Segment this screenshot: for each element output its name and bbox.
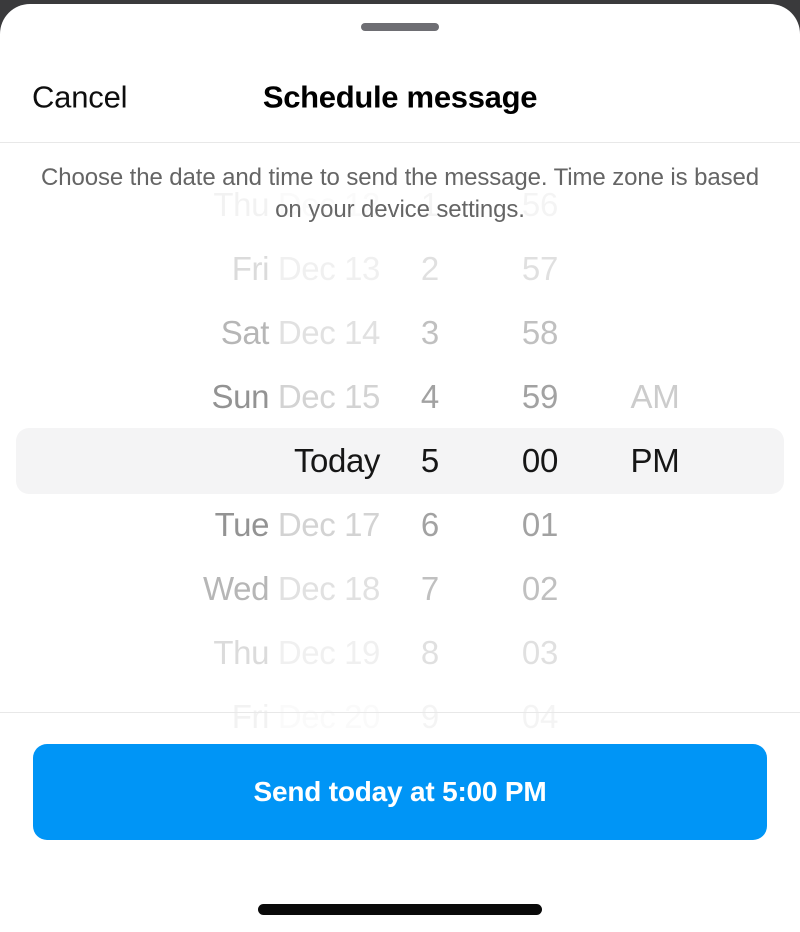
picker-option-minute[interactable]: 03 xyxy=(490,621,590,685)
picker-column-hour[interactable]: 123456789 xyxy=(390,186,470,735)
picker-column-meridiem[interactable]: AM PM xyxy=(600,262,710,650)
picker-option-minute[interactable]: 59 xyxy=(490,365,590,429)
picker-option-weekday: Thu xyxy=(213,186,270,223)
picker-column-minute[interactable]: 56 57 58 59 00 01 02 03 04 xyxy=(490,186,590,735)
picker-column-date[interactable]: Thu Dec 12 Fri Dec 13 Sat Dec 14 Sun Dec 15… xyxy=(40,186,381,735)
picker-option-date[interactable]: Sat Dec 14 xyxy=(40,301,381,365)
schedule-message-sheet: Cancel Schedule message Choose the date … xyxy=(0,4,800,932)
sheet-drag-handle-area[interactable] xyxy=(0,4,800,52)
picker-option-weekday: Sat xyxy=(220,314,270,351)
picker-option-hour[interactable]: 2 xyxy=(390,237,470,301)
picker-option-hour[interactable]: 5 xyxy=(390,429,470,493)
picker-option-minute[interactable]: 58 xyxy=(490,301,590,365)
picker-option-date: Dec 13 xyxy=(269,250,381,287)
picker-option-date[interactable]: Thu Dec 12 xyxy=(40,173,380,237)
picker-option-hour[interactable]: 4 xyxy=(390,365,470,429)
picker-option-date[interactable]: Today xyxy=(40,429,380,493)
picker-option-minute[interactable]: 02 xyxy=(490,557,590,621)
cancel-button[interactable]: Cancel xyxy=(32,82,127,113)
picker-option-minute[interactable]: 00 xyxy=(490,429,590,493)
picker-option-date[interactable]: Tue Dec 17 xyxy=(40,493,381,557)
picker-option-weekday: Thu xyxy=(213,634,270,671)
picker-option-date: Dec 19 xyxy=(269,634,381,671)
picker-option-date: Dec 17 xyxy=(269,506,381,543)
picker-option-date: Dec 14 xyxy=(269,314,381,351)
header-divider xyxy=(0,142,800,143)
picker-option-hour[interactable]: 8 xyxy=(390,621,470,685)
picker-option-minute[interactable]: 56 xyxy=(490,173,590,237)
picker-option-minute[interactable]: 01 xyxy=(490,493,590,557)
datetime-picker[interactable]: Thu Dec 12 Fri Dec 13 Sat Dec 14 Sun Dec 15… xyxy=(0,186,800,735)
sheet-footer: Send today at 5:00 PM xyxy=(0,712,800,932)
picker-option-date: Dec 18 xyxy=(269,570,381,607)
picker-option-date[interactable]: Fri Dec 13 xyxy=(40,237,381,301)
home-indicator xyxy=(258,904,542,915)
picker-option-meridiem[interactable]: PM xyxy=(600,429,710,493)
picker-option-minute[interactable]: 57 xyxy=(490,237,590,301)
picker-option-hour[interactable]: 3 xyxy=(390,301,470,365)
picker-option-date[interactable]: Thu Dec 19 xyxy=(40,621,380,685)
picker-option-meridiem[interactable]: AM xyxy=(600,365,710,429)
picker-option-hour[interactable]: 1 xyxy=(390,173,470,237)
picker-option-date: Dec 15 xyxy=(269,378,381,415)
picker-option-weekday: Today xyxy=(293,442,380,479)
picker-option-weekday: Fri xyxy=(231,250,270,287)
sheet-header: Cancel Schedule message xyxy=(0,52,800,142)
send-button[interactable]: Send today at 5:00 PM xyxy=(33,744,767,840)
picker-option-date[interactable]: Wed Dec 18 xyxy=(40,557,380,621)
picker-option-weekday: Wed xyxy=(203,570,270,607)
picker-option-hour[interactable]: 7 xyxy=(390,557,470,621)
picker-option-weekday: Tue xyxy=(214,506,270,543)
picker-option-date[interactable]: Sun Dec 15 xyxy=(40,365,381,429)
screen: Cancel Schedule message Choose the date … xyxy=(0,0,800,932)
picker-option-weekday: Sun xyxy=(211,378,270,415)
picker-option-hour[interactable]: 6 xyxy=(390,493,470,557)
picker-option-date: Dec 12 xyxy=(269,186,381,223)
drag-handle-icon[interactable] xyxy=(361,23,439,31)
page-title: Schedule message xyxy=(262,79,538,115)
